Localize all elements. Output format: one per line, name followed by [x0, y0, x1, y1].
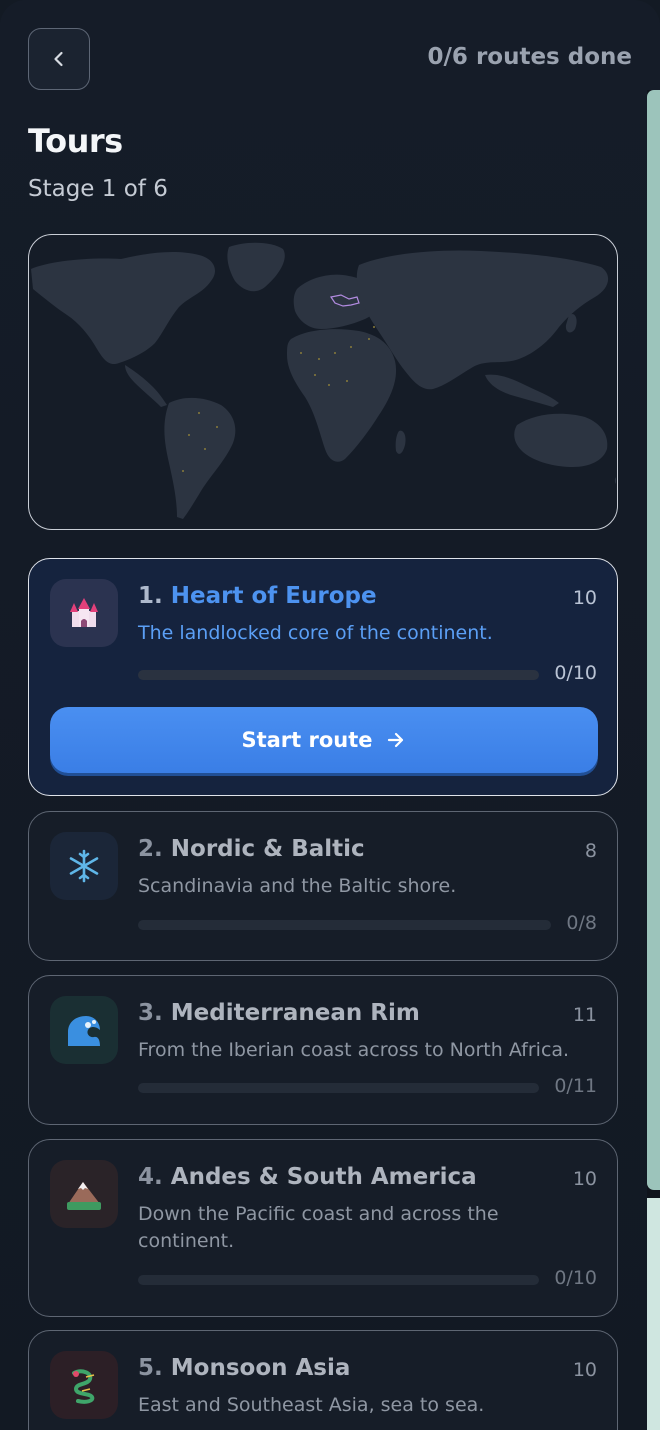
- route-title: Heart of Europe: [170, 583, 377, 609]
- castle-icon: [70, 598, 98, 627]
- route-stop-count: 10: [572, 1168, 597, 1190]
- route-progress-bar: [138, 920, 551, 930]
- arrow-right-icon: [387, 732, 403, 748]
- route-icon-box: [50, 832, 118, 900]
- route-title: Monsoon Asia: [170, 1355, 351, 1381]
- world-map[interactable]: [28, 234, 618, 530]
- route-card-heart-of-europe[interactable]: 1. Heart of Europe 10 The landlocked cor…: [28, 558, 618, 796]
- route-icon-box: [50, 1351, 118, 1419]
- route-card-nordic-baltic[interactable]: 2. Nordic & Baltic 8 Scandinavia and the…: [28, 811, 618, 961]
- route-name: 1. Heart of Europe: [138, 583, 377, 609]
- dragon-icon: [72, 1369, 95, 1404]
- route-number: 2.: [138, 836, 163, 862]
- route-progress-bar: [138, 1083, 539, 1093]
- route-progress-count: 0/11: [554, 1075, 597, 1097]
- route-icon-box: [50, 1160, 118, 1228]
- route-stop-count: 10: [572, 587, 597, 609]
- route-card-monsoon-asia[interactable]: 5. Monsoon Asia 10 East and Southeast As…: [28, 1330, 618, 1430]
- route-progress-bar: [138, 670, 539, 680]
- route-name: 5. Monsoon Asia: [138, 1355, 350, 1381]
- route-title: Nordic & Baltic: [170, 836, 365, 862]
- route-name: 3. Mediterranean Rim: [138, 1000, 420, 1026]
- chevron-left-icon: [54, 51, 63, 67]
- route-description: Down the Pacific coast and across the co…: [138, 1203, 499, 1252]
- wave-icon: [68, 1016, 100, 1046]
- stage-subtitle: Stage 1 of 6: [28, 176, 168, 202]
- route-name: 4. Andes & South America: [138, 1164, 477, 1190]
- route-description: East and Southeast Asia, sea to sea.: [138, 1394, 485, 1416]
- route-number: 1.: [138, 583, 163, 609]
- route-title: Mediterranean Rim: [170, 1000, 420, 1026]
- route-description: From the Iberian coast across to North A…: [138, 1039, 570, 1061]
- route-description: The landlocked core of the continent.: [138, 622, 493, 644]
- route-card-mediterranean-rim[interactable]: 3. Mediterranean Rim 11 From the Iberian…: [28, 975, 618, 1125]
- world-map-graphic: [31, 242, 617, 519]
- route-number: 4.: [138, 1164, 163, 1190]
- route-progress-count: 0/10: [554, 662, 597, 684]
- page-title: Tours: [28, 122, 123, 160]
- start-route-button[interactable]: Start route: [50, 707, 598, 773]
- scrollbar-track-lower: [647, 1198, 660, 1430]
- routes-progress-text: 0/6 routes done: [427, 44, 632, 70]
- route-stop-count: 10: [572, 1359, 597, 1381]
- mountain-icon: [67, 1182, 101, 1210]
- route-number: 5.: [138, 1355, 163, 1381]
- start-route-label: Start route: [241, 728, 373, 752]
- route-progress-count: 0/10: [554, 1267, 597, 1289]
- app-frame: 0/6 routes done Tours Stage 1 of 6 1. He…: [0, 0, 660, 1430]
- route-progress-bar: [138, 1275, 539, 1285]
- route-card-andes-south-america[interactable]: 4. Andes & South America 10 Down the Pac…: [28, 1139, 618, 1317]
- route-icon-box: [50, 996, 118, 1064]
- route-name: 2. Nordic & Baltic: [138, 836, 365, 862]
- back-button[interactable]: [28, 28, 90, 90]
- route-stop-count: 8: [584, 840, 597, 862]
- route-stop-count: 11: [572, 1004, 597, 1026]
- route-number: 3.: [138, 1000, 163, 1026]
- snowflake-icon: [69, 849, 99, 883]
- route-title: Andes & South America: [170, 1164, 477, 1190]
- route-description: Scandinavia and the Baltic shore.: [138, 875, 457, 897]
- route-icon-box: [50, 579, 118, 647]
- scrollbar-thumb[interactable]: [647, 90, 660, 1190]
- route-progress-count: 0/8: [566, 912, 597, 934]
